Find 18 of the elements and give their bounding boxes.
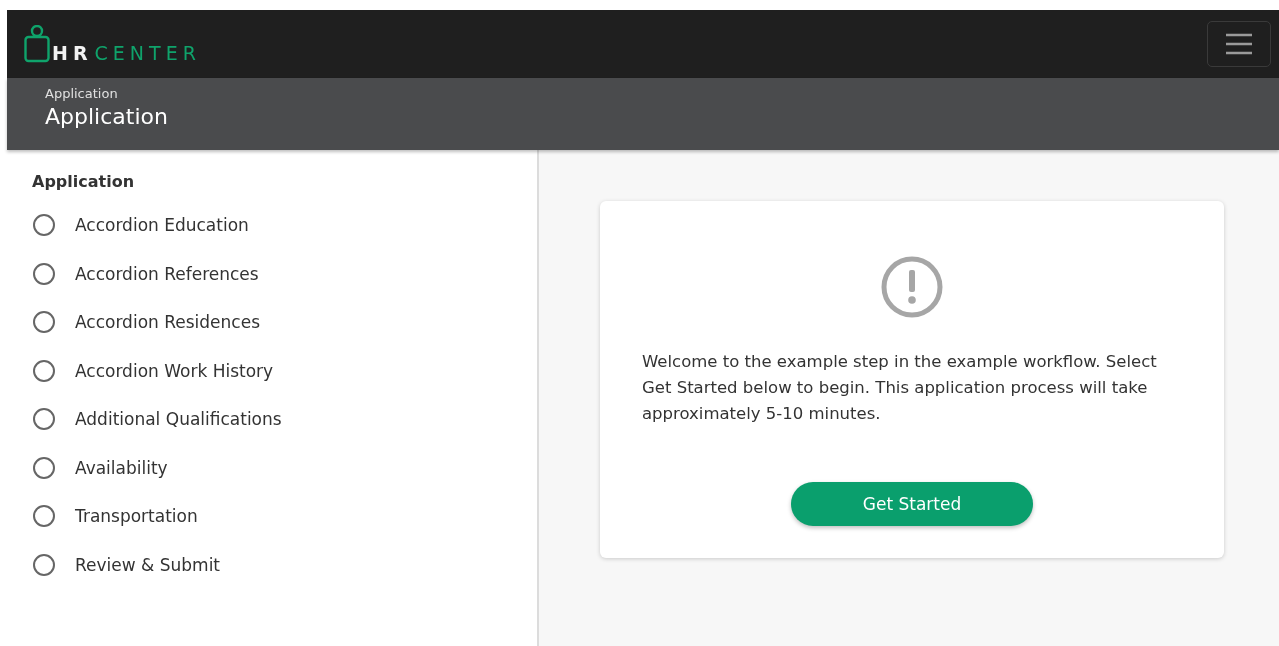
step-label[interactable]: Additional Qualifications — [75, 409, 282, 430]
step-label[interactable]: Accordion Residences — [75, 312, 260, 333]
step-label[interactable]: Accordion References — [75, 263, 259, 284]
step-label[interactable]: Accordion Work History — [75, 360, 274, 381]
step-label[interactable]: Accordion Education — [75, 215, 249, 236]
step-label[interactable]: Transportation — [75, 506, 198, 527]
logo-text: CENTER — [94, 44, 201, 63]
step-label[interactable]: Availability — [75, 457, 168, 478]
breadcrumb: Application — [45, 86, 119, 101]
menu-button[interactable] — [1207, 21, 1271, 67]
step-label[interactable]: Review & Submit — [75, 554, 221, 575]
page-title: Application — [45, 104, 169, 129]
welcome-message: Welcome to the example step in the example workflow. Select Get Started below to begin. This application process will take approximately 5-10 minutes. — [642, 351, 1158, 425]
menu-icon — [1225, 33, 1253, 55]
sidebar-heading: Application — [32, 172, 136, 191]
logo-text: HR — [52, 44, 93, 63]
exclamation-icon — [880, 255, 944, 319]
person-icon — [24, 25, 50, 63]
